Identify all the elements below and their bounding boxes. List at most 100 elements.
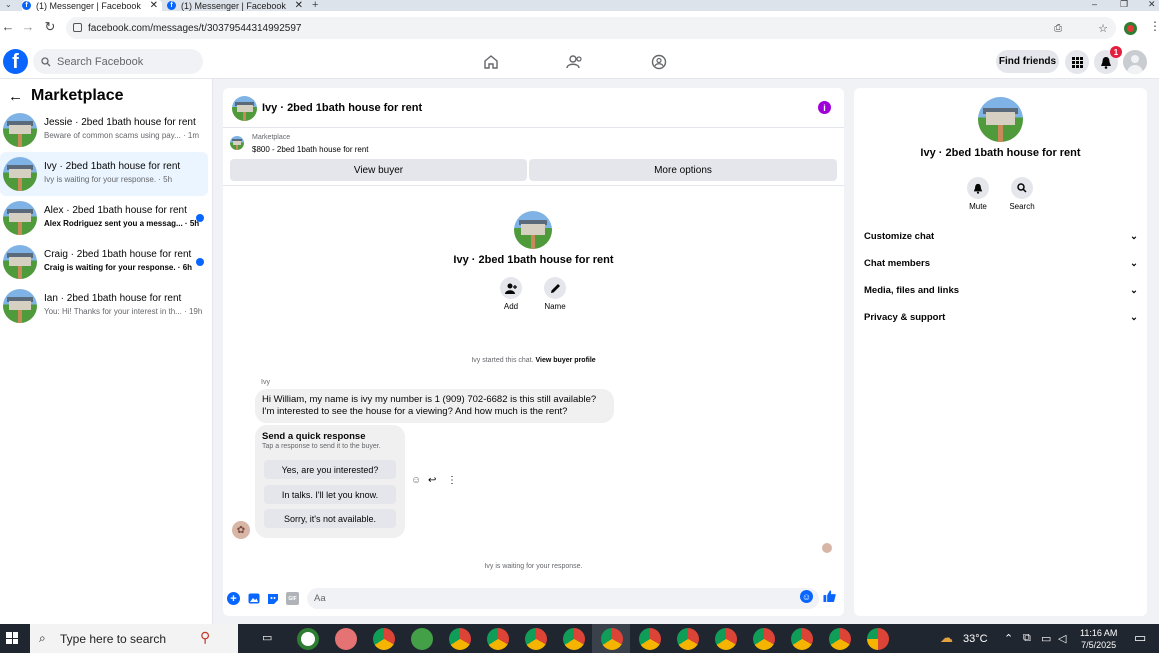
chevron-down-icon: ⌄ [1130, 284, 1138, 296]
section-customize-chat[interactable]: Customize chat ⌄ [864, 227, 1138, 245]
reload-icon[interactable]: ↻ [42, 19, 58, 35]
restore-button[interactable]: ❐ [1120, 0, 1128, 10]
tray-device-icon[interactable]: ⧉ [1023, 632, 1031, 645]
network-icon[interactable]: ▭ [1041, 632, 1051, 645]
tab-title: (1) Messenger | Facebook [36, 0, 141, 11]
quick-response-not-available[interactable]: Sorry, it's not available. [264, 509, 396, 528]
temperature[interactable]: 33°C [963, 633, 988, 645]
conversation-item-ivy[interactable]: Ivy · 2bed 1bath house for rent Ivy is w… [0, 152, 208, 196]
tab-list-icon[interactable]: ⌄ [5, 0, 12, 9]
chrome-icon[interactable] [715, 628, 737, 650]
section-label: Privacy & support [864, 311, 946, 323]
chrome-icon[interactable] [373, 628, 395, 650]
chrome-icon[interactable] [753, 628, 775, 650]
forward-icon[interactable]: → [20, 19, 36, 34]
section-privacy-support[interactable]: Privacy & support ⌄ [864, 308, 1138, 326]
plus-icon[interactable]: + [227, 592, 240, 605]
conversation-item-ian[interactable]: Ian · 2bed 1bath house for rent You: Hi!… [0, 284, 208, 328]
profile-icon[interactable] [1124, 22, 1137, 35]
react-emoji-icon[interactable]: ☺ [411, 475, 421, 486]
task-view-icon[interactable]: ▭ [262, 631, 272, 644]
chat-started-note: Ivy started this chat. View buyer profil… [223, 357, 844, 364]
chat-title[interactable]: Ivy · 2bed 1bath house for rent [262, 102, 422, 114]
new-tab-icon[interactable]: + [312, 0, 318, 11]
section-media-files-links[interactable]: Media, files and links ⌄ [864, 281, 1138, 299]
message-input[interactable]: Aa [307, 588, 819, 609]
address-bar[interactable]: facebook.com/messages/t/3037954431499259… [66, 17, 1116, 39]
find-friends-button[interactable]: Find friends [996, 50, 1059, 73]
site-info-icon[interactable] [73, 23, 82, 32]
taskbar-app-icon[interactable] [297, 628, 319, 650]
add-person-button[interactable] [500, 277, 522, 299]
thumbs-up-icon[interactable] [823, 589, 836, 602]
image-icon[interactable] [247, 592, 260, 605]
conversation-preview: Ivy is waiting for your response. · 5h [44, 175, 173, 184]
chrome-icon[interactable] [601, 628, 623, 650]
info-icon[interactable]: i [818, 101, 831, 114]
more-options-button[interactable]: More options [529, 159, 837, 181]
friends-icon[interactable] [564, 52, 586, 72]
chevron-down-icon: ⌄ [1130, 311, 1138, 323]
chrome-icon[interactable] [867, 628, 889, 650]
groups-icon[interactable] [648, 52, 670, 72]
minimize-button[interactable]: – [1092, 0, 1097, 9]
section-chat-members[interactable]: Chat members ⌄ [864, 254, 1138, 272]
emoji-icon[interactable]: ☺ [800, 590, 813, 603]
chrome-icon[interactable] [449, 628, 471, 650]
conversation-item-craig[interactable]: Craig · 2bed 1bath house for rent Craig … [0, 240, 208, 284]
conversation-list-panel: ← Marketplace Jessie · 2bed 1bath house … [0, 79, 213, 624]
profile-avatar[interactable] [1123, 50, 1147, 74]
back-arrow-icon[interactable]: ← [8, 88, 23, 105]
search-facebook-input[interactable]: Search Facebook [33, 49, 203, 74]
install-app-icon[interactable]: ⎙ [1054, 23, 1062, 34]
browser-tab[interactable]: f (1) Messenger | Facebook ✕ [167, 0, 307, 11]
chrome-icon[interactable] [829, 628, 851, 650]
mute-button[interactable] [967, 177, 989, 199]
chevron-up-icon[interactable]: ⌃ [1004, 632, 1013, 645]
notifications-icon[interactable]: ▭ [1134, 630, 1146, 646]
browser-tab-active[interactable]: f (1) Messenger | Facebook ✕ [22, 0, 162, 11]
kebab-menu-icon[interactable]: ⋮ [1149, 19, 1159, 33]
sender-avatar[interactable]: ✿ [232, 521, 250, 539]
chrome-icon[interactable] [639, 628, 661, 650]
weather-icon[interactable]: ☁ [940, 630, 953, 646]
quick-response-in-talks[interactable]: In talks. I'll let you know. [264, 485, 396, 504]
chrome-icon[interactable] [525, 628, 547, 650]
system-clock[interactable]: 11:16 AM 7/5/2025 [1080, 627, 1117, 651]
details-avatar [978, 97, 1023, 142]
windows-taskbar: ⌕ Type here to search ⚲ ▭ ☁ 33°C ⌃ ⧉ ▭ ◁… [0, 624, 1159, 653]
conversation-preview: Craig is waiting for your response. · 6h [44, 263, 193, 272]
chrome-icon[interactable] [677, 628, 699, 650]
chrome-icon[interactable] [563, 628, 585, 650]
facebook-logo[interactable]: f [3, 49, 28, 74]
menu-grid-icon[interactable] [1065, 50, 1089, 74]
conversation-item-jessie[interactable]: Jessie · 2bed 1bath house for rent Bewar… [0, 108, 208, 152]
volume-icon[interactable]: ◁ [1058, 632, 1066, 645]
sticker-icon[interactable] [266, 592, 279, 605]
more-actions-icon[interactable]: ⋮ [447, 475, 457, 486]
conversation-item-alex[interactable]: Alex · 2bed 1bath house for rent Alex Ro… [0, 196, 208, 240]
taskbar-search-input[interactable]: ⌕ Type here to search ⚲ [30, 624, 238, 653]
tab-close-icon[interactable]: ✕ [295, 0, 307, 11]
back-icon[interactable]: ← [0, 19, 16, 34]
quick-response-yes[interactable]: Yes, are you interested? [264, 460, 396, 479]
home-icon[interactable] [480, 52, 502, 72]
chat-avatar[interactable] [232, 96, 257, 121]
reply-icon[interactable]: ↩ [428, 475, 436, 486]
listing-title[interactable]: $800 - 2bed 1bath house for rent [252, 145, 369, 154]
taskbar-app-icon[interactable] [335, 628, 357, 650]
bookmark-star-icon[interactable]: ☆ [1098, 22, 1108, 35]
taskbar-app-icon[interactable] [411, 628, 433, 650]
close-window-button[interactable]: ✕ [1148, 0, 1156, 10]
chrome-icon[interactable] [487, 628, 509, 650]
chrome-icon[interactable] [791, 628, 813, 650]
gif-icon[interactable]: GIF [286, 592, 299, 605]
view-buyer-profile-link[interactable]: View buyer profile [536, 357, 596, 364]
windows-start-icon[interactable] [6, 632, 18, 644]
edit-name-button[interactable] [544, 277, 566, 299]
conversation-name: Ian · 2bed 1bath house for rent [44, 293, 182, 304]
view-buyer-button[interactable]: View buyer [230, 159, 527, 181]
tab-close-icon[interactable]: ✕ [150, 0, 162, 11]
waiting-note: Ivy is waiting for your response. [484, 563, 583, 570]
search-chat-button[interactable] [1011, 177, 1033, 199]
